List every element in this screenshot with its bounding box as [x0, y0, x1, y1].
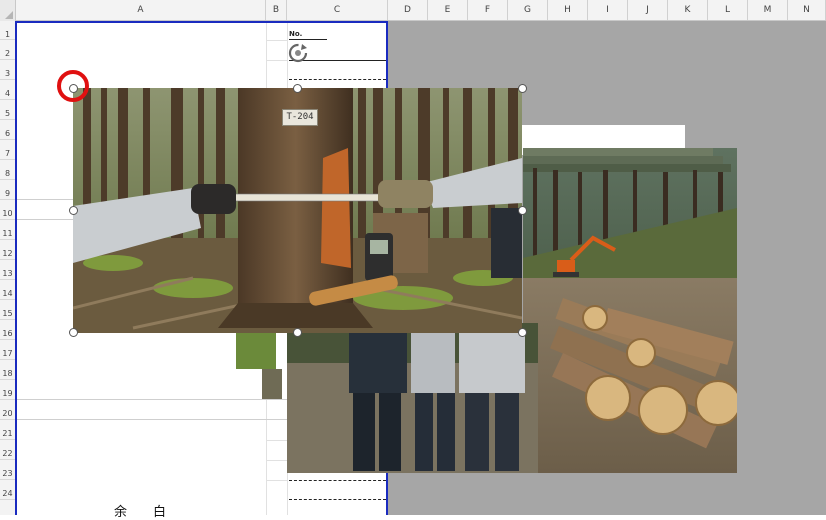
- row-header[interactable]: 10: [0, 200, 15, 220]
- photo-log-pile[interactable]: [523, 148, 737, 473]
- gridline: [266, 480, 287, 481]
- row-header[interactable]: 17: [0, 340, 15, 360]
- column-header-e[interactable]: E: [428, 0, 468, 20]
- row-header[interactable]: 14: [0, 280, 15, 300]
- column-header-a[interactable]: A: [16, 0, 266, 20]
- number-label: No.: [289, 30, 303, 38]
- photo-thumb-edge[interactable]: [236, 333, 276, 369]
- row-header[interactable]: 24: [0, 480, 15, 500]
- row-header[interactable]: 21: [0, 420, 15, 440]
- row-header-bar: 1 2 3 4 5 6 7 8 9 10 11 12 13 14 15 16 1…: [0, 21, 16, 515]
- gridline: [266, 40, 287, 41]
- column-header-l[interactable]: L: [708, 0, 748, 20]
- column-header-j[interactable]: J: [628, 0, 668, 20]
- row-header[interactable]: 4: [0, 80, 15, 100]
- resize-handle-top-right[interactable]: [518, 84, 527, 93]
- row-header[interactable]: 5: [0, 100, 15, 120]
- resize-handle-bottom[interactable]: [293, 328, 302, 337]
- column-header-b[interactable]: B: [266, 0, 287, 20]
- column-header-f[interactable]: F: [468, 0, 508, 20]
- row-header[interactable]: 2: [0, 40, 15, 60]
- column-header-h[interactable]: H: [548, 0, 588, 20]
- gridline: [266, 460, 287, 461]
- row-header[interactable]: 12: [0, 240, 15, 260]
- rotate-icon[interactable]: [287, 42, 309, 64]
- row-header[interactable]: 22: [0, 440, 15, 460]
- resize-handle-left[interactable]: [69, 206, 78, 215]
- row-header[interactable]: 6: [0, 120, 15, 140]
- column-header-n[interactable]: N: [788, 0, 826, 20]
- row-header[interactable]: 13: [0, 260, 15, 280]
- print-area-border: [16, 21, 388, 23]
- column-header-i[interactable]: I: [588, 0, 628, 20]
- dotted-line: [289, 79, 386, 80]
- highlight-circle: [57, 70, 89, 102]
- resize-handle-bottom-right[interactable]: [518, 328, 527, 337]
- print-area-border: [15, 21, 17, 515]
- number-underline: [289, 39, 327, 40]
- row-header[interactable]: 19: [0, 380, 15, 400]
- dotted-line: [289, 480, 386, 481]
- row-header[interactable]: 1: [0, 21, 15, 40]
- row-header[interactable]: 23: [0, 460, 15, 480]
- column-header-bar: A B C D E F G H I J K L M N: [0, 0, 826, 21]
- row-header[interactable]: 15: [0, 300, 15, 320]
- row-header[interactable]: 16: [0, 320, 15, 340]
- resize-handle-right[interactable]: [518, 206, 527, 215]
- tree-number-tag: T-204: [282, 109, 318, 126]
- row-header[interactable]: 20: [0, 400, 15, 420]
- row-header[interactable]: 18: [0, 360, 15, 380]
- row-header[interactable]: 8: [0, 160, 15, 180]
- margin-text: 余白: [114, 505, 193, 520]
- resize-handle-bottom-left[interactable]: [69, 328, 78, 337]
- column-header-m[interactable]: M: [748, 0, 788, 20]
- column-header-c[interactable]: C: [287, 0, 388, 20]
- row-header[interactable]: 7: [0, 140, 15, 160]
- photo-thumb-edge[interactable]: [262, 369, 282, 399]
- row-header[interactable]: 3: [0, 60, 15, 80]
- gridline: [266, 440, 287, 441]
- column-header-g[interactable]: G: [508, 0, 548, 20]
- row-header[interactable]: 9: [0, 180, 15, 200]
- column-header-d[interactable]: D: [388, 0, 428, 20]
- column-header-k[interactable]: K: [668, 0, 708, 20]
- select-all-button[interactable]: [0, 0, 16, 21]
- resize-handle-top[interactable]: [293, 84, 302, 93]
- gridline: [266, 60, 287, 61]
- photo-workers[interactable]: [287, 323, 538, 473]
- row-header[interactable]: 11: [0, 220, 15, 240]
- dotted-line: [289, 499, 386, 500]
- photo-tree-measurement[interactable]: T-204: [73, 88, 522, 333]
